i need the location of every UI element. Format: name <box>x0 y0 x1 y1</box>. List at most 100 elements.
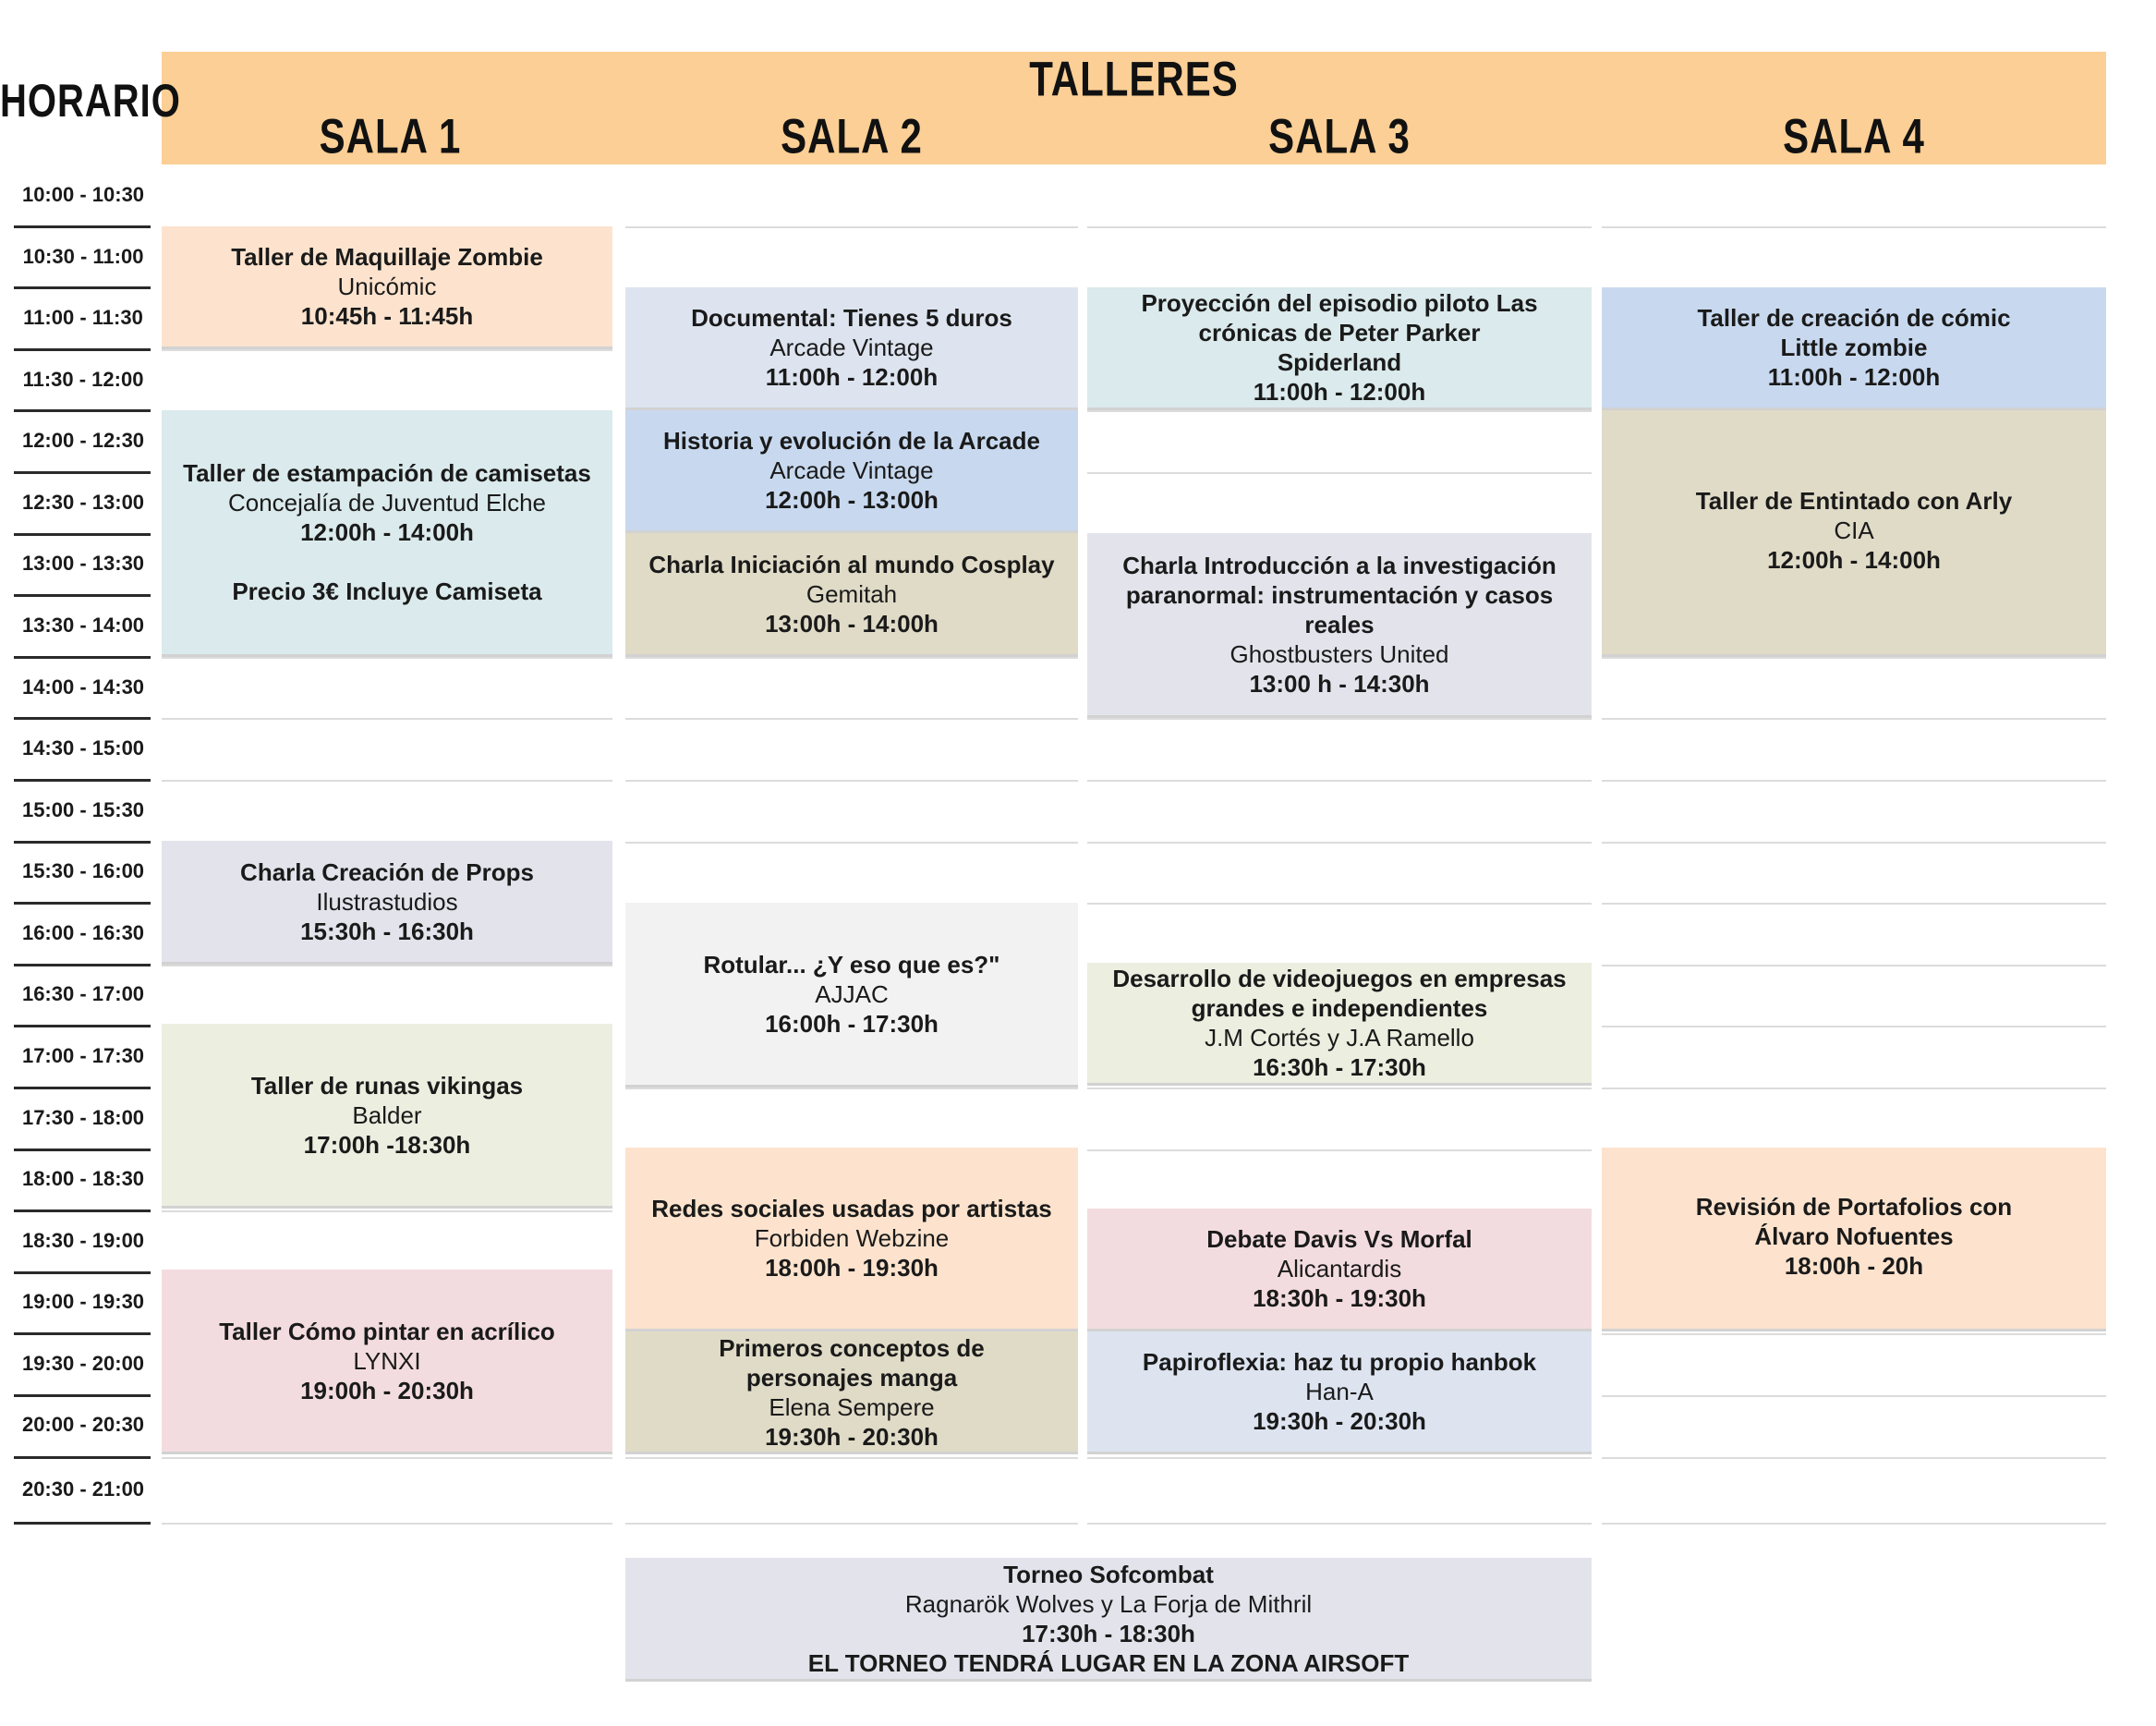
grid-separator-line <box>1087 225 1592 228</box>
time-slot: 17:30 - 18:00 <box>21 1106 145 1129</box>
event-taller-estampacion: Taller de estampación de camisetas Conce… <box>162 410 612 657</box>
grid-separator-line <box>162 718 612 721</box>
event-organizer: Han-A <box>1305 1378 1374 1405</box>
event-hours: 18:30h - 19:30h <box>1253 1284 1426 1312</box>
event-location-note: EL TORNEO TENDRÁ LUGAR EN LA ZONA AIRSOF… <box>807 1648 1410 1677</box>
time-slot: 13:30 - 14:00 <box>21 614 145 637</box>
event-title: Redes sociales usadas por artistas <box>651 1195 1052 1222</box>
event-title: Revisión de Portafolios con Álvaro Nofue… <box>1695 1193 2013 1250</box>
time-separator-line <box>14 286 151 290</box>
event-proyeccion-peter-parker: Proyección del episodio piloto Las cróni… <box>1087 287 1592 410</box>
grid-separator-line <box>1602 1395 2106 1397</box>
event-hours: 17:30h - 18:30h <box>1022 1619 1195 1647</box>
event-papiroflexia: Papiroflexia: haz tu propio hanbok Han-A… <box>1087 1331 1592 1454</box>
time-slot: 16:30 - 17:00 <box>21 982 145 1005</box>
time-separator-line <box>14 902 151 906</box>
event-organizer: Gemitah <box>805 579 898 608</box>
time-slot: 14:30 - 15:00 <box>21 736 145 760</box>
time-slot: 10:00 - 10:30 <box>21 183 145 206</box>
event-organizer: CIA <box>1834 517 1874 544</box>
time-slot: 10:30 - 11:00 <box>22 245 144 268</box>
event-title: Charla Introducción a la investigación p… <box>1122 551 1556 638</box>
event-hours: 10:45h - 11:45h <box>300 302 474 330</box>
horario-heading: HORARIO <box>0 76 181 128</box>
grid-separator-line <box>1602 964 2106 966</box>
event-organizer: Balder <box>352 1100 422 1129</box>
time-separator-line <box>14 471 151 474</box>
event-hours: 16:30h - 17:30h <box>1253 1053 1426 1081</box>
sala-2-heading: SALA 2 <box>781 109 923 164</box>
event-organizer: J.M Cortés y J.A Ramello <box>1205 1024 1474 1051</box>
time-slot: 15:30 - 16:00 <box>21 859 145 882</box>
event-title: Documental: Tienes 5 duros <box>691 304 1012 332</box>
time-slot: 20:00 - 20:30 <box>21 1413 145 1436</box>
grid-separator-line <box>1087 1088 1592 1089</box>
time-slot: 17:00 - 17:30 <box>21 1044 145 1067</box>
time-separator-line <box>14 1455 151 1459</box>
event-title: Papiroflexia: haz tu propio hanbok <box>1142 1348 1537 1376</box>
grid-separator-line <box>1087 718 1592 721</box>
time-slot: 20:30 - 21:00 <box>21 1477 145 1501</box>
event-torneo-sofcombat: Torneo Sofcombat Ragnarök Wolves y La Fo… <box>625 1558 1592 1682</box>
grid-separator-line <box>1087 472 1592 474</box>
event-title: Taller de estampación de camisetas <box>183 459 591 487</box>
time-slot: 18:00 - 18:30 <box>21 1167 145 1190</box>
grid-separator-line <box>1602 903 2106 906</box>
event-hours: 12:00h - 14:00h <box>300 518 474 546</box>
time-separator-line <box>14 1522 151 1525</box>
event-hours: 18:00h - 19:30h <box>765 1254 939 1282</box>
event-runas-vikingas: Taller de runas vikingas Balder 17:00h -… <box>162 1024 612 1209</box>
event-title: Taller de runas vikingas <box>250 1071 524 1100</box>
event-hours: 12:00h - 13:00h <box>765 486 939 514</box>
time-separator-line <box>14 532 151 536</box>
event-hours: 13:00 h - 14:30h <box>1249 669 1430 698</box>
event-hours: 11:00h - 12:00h <box>765 363 939 391</box>
event-hours: 15:30h - 16:30h <box>300 917 474 945</box>
event-organizer: Arcade Vintage <box>769 334 934 361</box>
event-organizer: Unicómic <box>337 273 437 300</box>
time-slot: 12:30 - 13:00 <box>21 491 145 514</box>
event-entintado-arly: Taller de Entintado con Arly CIA 12:00h … <box>1602 410 2106 657</box>
grid-separator-line <box>1087 841 1592 844</box>
event-charla-cosplay: Charla Iniciación al mundo Cosplay Gemit… <box>625 533 1078 657</box>
event-pintar-acrilico: Taller Cómo pintar en acrílico LYNXI 19:… <box>162 1270 612 1454</box>
event-title: Primeros conceptos de personajes manga <box>719 1334 985 1392</box>
time-slot: 12:00 - 12:30 <box>21 429 145 452</box>
time-slot: 11:00 - 11:30 <box>23 306 143 329</box>
event-rotular: Rotular... ¿Y eso que es?" AJJAC 16:00h … <box>625 903 1078 1088</box>
event-organizer: Ghostbusters United <box>1229 639 1449 668</box>
event-title: Historia y evolución de la Arcade <box>663 427 1040 455</box>
event-organizer: Concejalía de Juventud Elche <box>227 489 546 517</box>
time-separator-line <box>14 1270 151 1274</box>
event-charla-props: Charla Creación de Props Ilustrastudios … <box>162 841 612 965</box>
grid-separator-line <box>1087 410 1592 413</box>
grid-separator-line <box>1602 780 2106 782</box>
event-investigacion-paranormal: Charla Introducción a la investigación p… <box>1087 533 1592 718</box>
event-title: Charla Iniciación al mundo Cosplay <box>648 550 1055 578</box>
grid-separator-line <box>1602 1333 2106 1336</box>
event-organizer: Ilustrastudios <box>316 887 458 916</box>
time-separator-line <box>14 779 151 782</box>
time-separator-line <box>14 1025 151 1028</box>
event-organizer: Elena Sempere <box>769 1393 935 1421</box>
event-title: Rotular... ¿Y eso que es?" <box>703 950 1000 978</box>
time-separator-line <box>14 963 151 966</box>
grid-separator-line <box>625 1456 1078 1459</box>
time-separator-line <box>14 1209 151 1213</box>
time-slot: 16:00 - 16:30 <box>21 921 145 944</box>
grid-separator-line <box>625 1523 1078 1525</box>
event-price: Precio 3€ Incluye Camiseta <box>232 577 542 605</box>
event-title: Charla Creación de Props <box>240 857 534 886</box>
event-title: Taller Cómo pintar en acrílico <box>219 1317 555 1345</box>
grid-separator-line <box>162 964 612 966</box>
grid-separator-line <box>162 1456 612 1459</box>
time-separator-line <box>14 1087 151 1089</box>
event-title: Desarrollo de videojuegos en empresas gr… <box>1112 965 1567 1022</box>
time-slot: 19:30 - 20:00 <box>21 1352 145 1375</box>
time-slot: 15:00 - 15:30 <box>21 798 145 821</box>
time-separator-line <box>14 225 151 228</box>
time-separator-line <box>14 840 151 844</box>
event-organizer: Ragnarök Wolves y La Forja de Mithril <box>904 1589 1313 1618</box>
event-title: Proyección del episodio piloto Las cróni… <box>1141 289 1538 346</box>
event-hours: 11:00h - 12:00h <box>1253 378 1426 406</box>
